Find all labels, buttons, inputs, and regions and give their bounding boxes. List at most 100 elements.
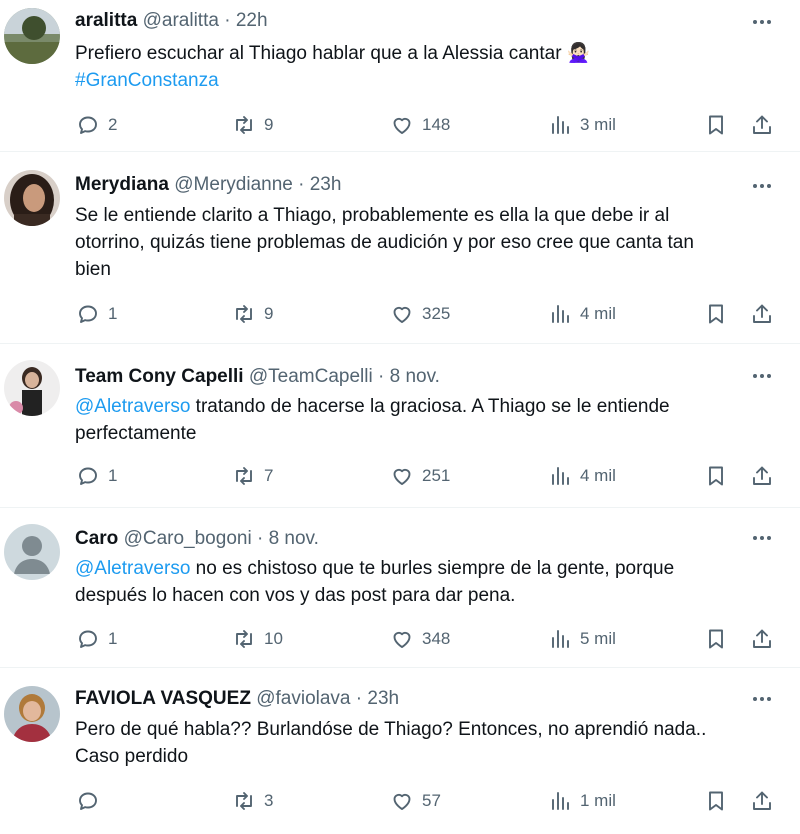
separator: · xyxy=(256,528,264,549)
share-button[interactable] xyxy=(750,461,774,491)
views-icon xyxy=(552,792,569,810)
bookmark-button[interactable] xyxy=(704,624,728,654)
reply-button[interactable]: 1 xyxy=(76,461,117,491)
avatar[interactable] xyxy=(4,170,60,226)
retweet-count: 9 xyxy=(264,115,274,134)
more-icon[interactable] xyxy=(750,527,774,549)
display-name[interactable]: FAVIOLA VASQUEZ xyxy=(75,688,251,709)
avatar[interactable] xyxy=(4,686,60,742)
tweet-text-line: bien xyxy=(75,259,111,280)
share-button[interactable] xyxy=(750,786,774,816)
timestamp[interactable]: 8 nov. xyxy=(390,366,440,387)
timestamp[interactable]: 23h xyxy=(367,688,399,709)
reply-button[interactable]: 1 xyxy=(76,299,117,329)
tweet-header: Caro @Caro_bogoni · 8 nov. xyxy=(75,528,319,550)
views-count: 1 mil xyxy=(580,791,616,810)
tweet[interactable]: aralitta @aralitta · 22h Prefiero escuch… xyxy=(0,0,800,152)
action-bar: 3 57 1 mil xyxy=(0,786,800,816)
more-icon[interactable] xyxy=(750,688,774,710)
tweet-header: Merydiana @Merydianne · 23h xyxy=(75,174,341,196)
bookmark-icon xyxy=(709,304,723,324)
more-icon[interactable] xyxy=(750,11,774,33)
retweet-button[interactable]: 10 xyxy=(232,624,283,654)
views-count: 5 mil xyxy=(580,629,616,648)
tweet[interactable]: FAVIOLA VASQUEZ @faviolava · 23h Pero de… xyxy=(0,668,800,834)
views-button[interactable]: 4 mil xyxy=(548,299,616,329)
handle[interactable]: @faviolava xyxy=(256,688,350,709)
like-icon xyxy=(393,793,411,810)
more-icon[interactable] xyxy=(750,175,774,197)
handle[interactable]: @TeamCapelli xyxy=(249,366,373,387)
tweet-text: Prefiero escuchar al Thiago hablar que a… xyxy=(75,40,775,94)
handle[interactable]: @aralitta xyxy=(143,10,219,31)
display-name[interactable]: Caro xyxy=(75,528,118,549)
handle[interactable]: @Caro_bogoni xyxy=(124,528,252,549)
like-icon xyxy=(393,117,411,134)
reply-button[interactable]: 2 xyxy=(76,110,117,140)
tweet-text-line: otorrino, quizás tiene problemas de audi… xyxy=(75,232,694,253)
like-count: 148 xyxy=(422,115,451,134)
like-button[interactable]: 251 xyxy=(390,461,450,491)
retweet-icon xyxy=(236,116,252,134)
share-icon xyxy=(753,115,771,134)
tweet-text-span: tratando de hacerse la graciosa. A Thiag… xyxy=(190,396,670,417)
display-name[interactable]: Merydiana xyxy=(75,174,169,195)
display-name[interactable]: aralitta xyxy=(75,10,137,31)
timestamp[interactable]: 8 nov. xyxy=(269,528,319,549)
tweet-text: @Aletraverso tratando de hacerse la grac… xyxy=(75,393,775,447)
bookmark-button[interactable] xyxy=(704,461,728,491)
retweet-button[interactable]: 7 xyxy=(232,461,273,491)
retweet-icon xyxy=(236,630,252,648)
bookmark-button[interactable] xyxy=(704,110,728,140)
retweet-count: 9 xyxy=(264,304,274,323)
avatar[interactable] xyxy=(4,524,60,580)
share-icon xyxy=(753,304,771,323)
tweet[interactable]: Team Cony Capelli @TeamCapelli · 8 nov. … xyxy=(0,344,800,508)
like-button[interactable]: 57 xyxy=(390,786,441,816)
bookmark-icon xyxy=(709,466,723,486)
tweet-text: @Aletraverso no es chistoso que te burle… xyxy=(75,555,775,609)
tweet[interactable]: Caro @Caro_bogoni · 8 nov. @Aletraverso … xyxy=(0,508,800,668)
avatar[interactable] xyxy=(4,360,60,416)
separator: · xyxy=(378,366,385,387)
like-button[interactable]: 348 xyxy=(390,624,450,654)
mention-link[interactable]: @Aletraverso xyxy=(75,558,190,579)
timestamp[interactable]: 22h xyxy=(236,10,268,31)
retweet-button[interactable]: 3 xyxy=(232,786,273,816)
action-bar: 1 7 251 4 mil xyxy=(0,461,800,491)
views-button[interactable]: 4 mil xyxy=(548,461,616,491)
tweet[interactable]: Merydiana @Merydianne · 23h Se le entien… xyxy=(0,152,800,344)
hashtag-link[interactable]: #GranConstanza xyxy=(75,67,775,94)
more-icon[interactable] xyxy=(750,365,774,387)
share-button[interactable] xyxy=(750,110,774,140)
reply-count: 1 xyxy=(108,629,118,648)
handle[interactable]: @Merydianne xyxy=(174,174,293,195)
bookmark-icon xyxy=(709,629,723,649)
avatar[interactable] xyxy=(4,8,60,64)
bookmark-button[interactable] xyxy=(704,786,728,816)
retweet-icon xyxy=(236,305,252,323)
retweet-count: 7 xyxy=(264,466,274,485)
like-button[interactable]: 148 xyxy=(390,110,450,140)
retweet-button[interactable]: 9 xyxy=(232,110,273,140)
reply-button[interactable]: 1 xyxy=(76,624,117,654)
reply-icon xyxy=(79,792,97,810)
views-button[interactable]: 1 mil xyxy=(548,786,616,816)
share-button[interactable] xyxy=(750,299,774,329)
views-button[interactable]: 5 mil xyxy=(548,624,616,654)
retweet-button[interactable]: 9 xyxy=(232,299,273,329)
share-icon xyxy=(753,466,771,485)
separator: · xyxy=(298,174,305,195)
views-icon xyxy=(552,467,569,485)
bookmark-button[interactable] xyxy=(704,299,728,329)
like-button[interactable]: 325 xyxy=(390,299,450,329)
display-name[interactable]: Team Cony Capelli xyxy=(75,366,244,387)
tweet-header: FAVIOLA VASQUEZ @faviolava · 23h xyxy=(75,688,399,710)
share-button[interactable] xyxy=(750,624,774,654)
mention-link[interactable]: @Aletraverso xyxy=(75,396,190,417)
timestamp[interactable]: 23h xyxy=(310,174,342,195)
views-button[interactable]: 3 mil xyxy=(548,110,616,140)
tweet-text-line: después lo hacen con vos y das post para… xyxy=(75,585,516,606)
reply-icon xyxy=(79,305,97,323)
reply-button[interactable] xyxy=(76,786,100,816)
